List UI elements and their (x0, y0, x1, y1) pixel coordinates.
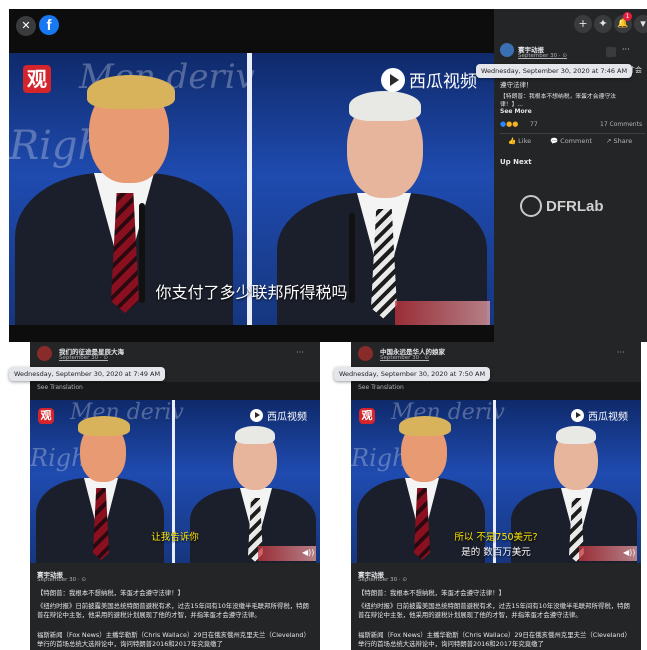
divider (500, 133, 645, 134)
more-options-icon[interactable]: ··· (617, 348, 625, 357)
timestamp-tooltip: Wednesday, September 30, 2020 at 7:46 AM (476, 64, 633, 78)
debate-video-frame: Men deriv Right 观 西瓜视频 你支付了多少联邦所得税吗 (9, 53, 494, 325)
guancha-logo: 观 (38, 408, 54, 424)
xigua-label: 西瓜视频 (409, 72, 477, 92)
comment-button[interactable]: 💬 Comment (550, 137, 592, 145)
notification-badge: 1 (623, 12, 632, 21)
left-speaker-hair (78, 416, 130, 436)
xigua-logo: 西瓜视频 (381, 67, 477, 92)
post-side-panel: + ✦ 🔔 1 ▾ 寰宇动报 September 30 · ⊙ ··· 笨蛋才会… (476, 9, 647, 342)
shared-post-left: 我们的征途是星辰大海 September 30 · ⊙ ··· See Tran… (30, 342, 320, 650)
up-next-heading: Up Next (500, 158, 532, 166)
post-line: 遵守法律！ (500, 81, 533, 89)
like-button[interactable]: 👍 Like (508, 137, 531, 145)
page-avatar[interactable] (37, 346, 52, 361)
lock-icon (606, 47, 616, 57)
debate-video-frame[interactable]: Men deriv Right ◀)) 观 西瓜视频 让我告诉你 (30, 400, 320, 563)
share-button[interactable]: ↗ Share (606, 137, 632, 145)
account-menu-icon[interactable]: ▾ (634, 15, 647, 33)
guancha-logo: 观 (23, 65, 51, 93)
volume-icon[interactable]: ◀)) (302, 548, 314, 557)
right-speaker-hair (235, 426, 275, 444)
left-speaker-hair (399, 416, 451, 436)
more-options-icon[interactable]: ··· (296, 348, 304, 357)
right-speaker-hair (556, 426, 596, 444)
post-time[interactable]: September 30 · ⊙ (518, 53, 567, 59)
video-subtitle: 让我告诉你 (151, 532, 199, 543)
left-speaker-hair (87, 75, 175, 109)
post-paragraph: 【特朗普：我根本不想纳税，笨蛋才会遵守法律！】 (37, 589, 184, 597)
facebook-logo-icon[interactable]: f (39, 15, 59, 35)
play-icon (571, 409, 584, 422)
see-translation-link[interactable]: See Translation (358, 384, 404, 391)
post-paragraph: 《纽约时报》日前披露美国总统特朗普避税有术，过去15年间有10年没缴半毛联邦所得… (37, 602, 309, 619)
share-arrow-icon: ↗ (606, 137, 614, 145)
post-line: 律！】... (500, 102, 523, 108)
speech-bubble-icon: 💬 (550, 137, 561, 145)
top-screenshot: Men deriv Right 观 西瓜视频 你支付了多少联邦所得税吗 ✕ f … (9, 9, 647, 342)
xigua-logo: 西瓜视频 (571, 408, 628, 423)
shared-post-right: 中国永远是华人的娘家 September 30 · ⊙ ··· See Tran… (351, 342, 641, 650)
post-paragraph: 《纽约时报》日前披露美国总统特朗普避税有术，过去15年间有10年没缴半毛联邦所得… (358, 602, 630, 619)
reactions-icon[interactable]: ●●● (500, 120, 518, 128)
see-more-link[interactable]: See More (500, 108, 532, 115)
xigua-label: 西瓜视频 (588, 412, 628, 423)
reaction-count: 77 (530, 121, 538, 128)
messenger-icon[interactable]: ✦ (594, 15, 612, 33)
dfrlab-label: DFRLab (546, 197, 604, 215)
post-paragraph: 福斯新闻（Fox News）主播华勒斯（Chris Wallace）29日在俄亥… (37, 631, 310, 648)
post-paragraph: 福斯新闻（Fox News）主播华勒斯（Chris Wallace）29日在俄亥… (358, 631, 631, 648)
see-translation-link[interactable]: See Translation (37, 384, 83, 391)
video-subtitle: 你支付了多少联邦所得税吗 (155, 283, 348, 302)
blurred-caption-box (395, 301, 490, 325)
video-subtitle: 是的 数百万美元 (461, 547, 531, 558)
post-time[interactable]: September 30 · ⊙ (380, 355, 429, 361)
shared-post-text: 寰宇动报 September 30 · ⊙ 【特朗普：我根本不想纳税，笨蛋才会遵… (351, 563, 641, 650)
play-icon (250, 409, 263, 422)
shared-time[interactable]: September 30 · ⊙ (358, 577, 407, 583)
video-player[interactable]: Men deriv Right 观 西瓜视频 你支付了多少联邦所得税吗 ✕ f (9, 9, 494, 342)
guancha-logo: 观 (359, 408, 375, 424)
timestamp-tooltip: Wednesday, September 30, 2020 at 7:49 AM (9, 367, 166, 381)
post-time[interactable]: September 30 · ⊙ (59, 355, 108, 361)
close-icon[interactable]: ✕ (16, 16, 36, 36)
create-icon[interactable]: + (574, 15, 592, 33)
more-options-icon[interactable]: ··· (622, 45, 630, 54)
debate-video-frame[interactable]: Men deriv Right ◀)) 观 西瓜视频 所以 不是750美元? 是… (351, 400, 641, 563)
video-subtitle: 所以 不是750美元? (454, 532, 538, 543)
shared-post-text: 寰宇动报 September 30 · ⊙ 【特朗普：我根本不想纳税，笨蛋才会遵… (30, 563, 320, 650)
comments-count[interactable]: 17 Comments (600, 121, 642, 128)
page-avatar[interactable] (358, 346, 373, 361)
dfrlab-watermark: DFRLab (520, 195, 604, 217)
page-avatar[interactable] (500, 43, 514, 57)
fingerprint-icon (520, 195, 542, 217)
post-paragraph: 【特朗普：我根本不想纳税，笨蛋才会遵守法律！】 (358, 589, 505, 597)
shared-time[interactable]: September 30 · ⊙ (37, 577, 86, 583)
right-speaker-hair (349, 91, 421, 121)
play-icon (381, 67, 405, 92)
xigua-label: 西瓜视频 (267, 412, 307, 423)
thumb-icon: 👍 (508, 137, 519, 145)
timestamp-tooltip: Wednesday, September 30, 2020 at 7:50 AM (334, 367, 491, 381)
xigua-logo: 西瓜视频 (250, 408, 307, 423)
